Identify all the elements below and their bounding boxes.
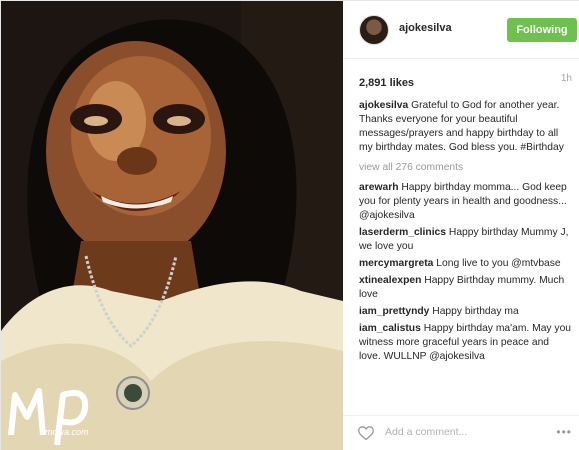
comment-item: laserderm_clinics Happy birthday Mummy J…	[359, 226, 572, 254]
comment-user[interactable]: iam_prettyndy	[359, 306, 429, 317]
caption-user[interactable]: ajokesilva	[359, 100, 408, 111]
avatar[interactable]	[359, 15, 389, 45]
comment-text: Long live to you @mtvbase	[436, 258, 561, 269]
watermark-logo: mowa.com	[5, 365, 101, 445]
comment-item: xtinealexpen Happy Birthday mummy. Much …	[359, 274, 572, 302]
post-header: ajokesilva Following	[343, 1, 579, 59]
heart-outline-icon[interactable]	[357, 425, 375, 441]
post-time[interactable]: 1h	[561, 73, 572, 84]
post-username[interactable]: ajokesilva	[399, 22, 452, 34]
caption: ajokesilva Grateful to God for another y…	[359, 99, 572, 155]
comment-user[interactable]: laserderm_clinics	[359, 227, 446, 238]
comment-item: iam_prettyndy Happy birthday ma	[359, 305, 572, 319]
comment-user[interactable]: mercymargreta	[359, 258, 433, 269]
post-photo[interactable]: mowa.com	[1, 1, 343, 450]
comment-item: mercymargreta Long live to you @mtvbase	[359, 257, 572, 271]
following-button[interactable]: Following	[507, 18, 577, 42]
post-meta: 2,891 likes 1h	[359, 73, 572, 91]
comment-item: arewarh Happy birthday momma... God keep…	[359, 181, 572, 223]
comment-user[interactable]: iam_calistus	[359, 323, 421, 334]
comment-user[interactable]: arewarh	[359, 182, 399, 193]
watermark-subtext: mowa.com	[45, 427, 89, 437]
comment-user[interactable]: xtinealexpen	[359, 275, 421, 286]
comments-list: ajokesilva Grateful to God for another y…	[359, 99, 572, 367]
ellipsis-icon[interactable]: •••	[556, 425, 572, 439]
add-comment-input[interactable]: Add a comment...	[385, 426, 467, 438]
view-all-comments-link[interactable]: view all 276 comments	[359, 161, 572, 175]
likes-count[interactable]: 2,891 likes	[359, 77, 414, 89]
instagram-post: mowa.com ajokesilva Following 2,891 like…	[0, 0, 579, 450]
comment-footer: Add a comment... •••	[343, 415, 579, 450]
comment-item: iam_calistus Happy birthday ma'am. May y…	[359, 322, 572, 364]
comment-text: Happy birthday ma	[432, 306, 519, 317]
post-sidebar: ajokesilva Following 2,891 likes 1h ajok…	[343, 1, 579, 450]
